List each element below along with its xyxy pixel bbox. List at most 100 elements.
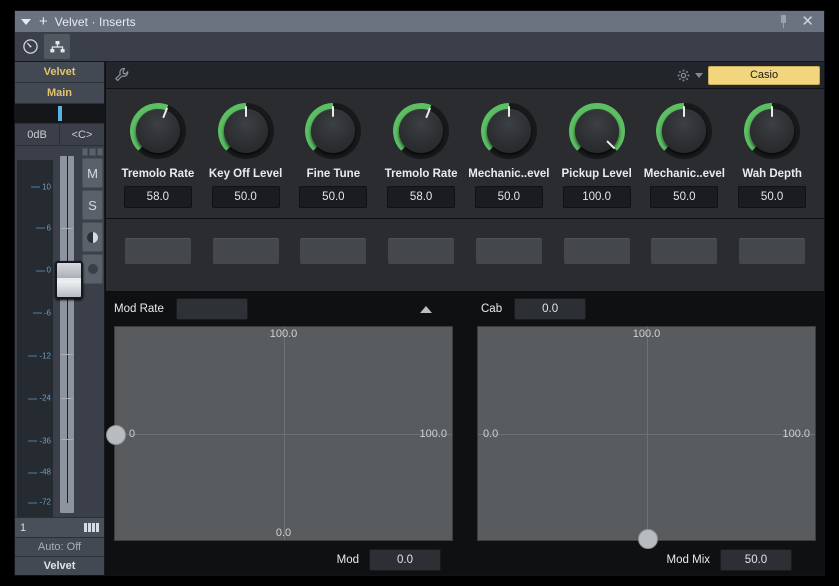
segment bbox=[89, 148, 95, 156]
knob-pointer bbox=[683, 106, 685, 117]
clock-icon[interactable] bbox=[17, 34, 43, 59]
solo-button[interactable]: S bbox=[82, 190, 103, 220]
strip-footer: 1 Auto: Off Velvet bbox=[15, 517, 104, 575]
knob-control[interactable] bbox=[303, 101, 363, 161]
meter-tick: 6 bbox=[47, 223, 51, 232]
triangle-up-icon[interactable] bbox=[420, 306, 432, 313]
meter-tick: 10 bbox=[42, 182, 51, 191]
preset-selector[interactable]: Casio bbox=[708, 66, 820, 85]
automation-mode-button[interactable]: Auto: Off bbox=[15, 537, 104, 556]
xy-right-label: 100.0 bbox=[419, 428, 447, 440]
routing-tree-icon[interactable] bbox=[44, 34, 70, 59]
pad-button[interactable] bbox=[387, 237, 455, 265]
knob-control[interactable] bbox=[654, 101, 714, 161]
phase-invert-icon bbox=[87, 232, 98, 243]
xy-axis-vertical bbox=[647, 327, 648, 540]
knob-value-field[interactable]: 58.0 bbox=[124, 186, 192, 208]
phase-invert-button[interactable] bbox=[82, 222, 103, 252]
pad-button[interactable] bbox=[212, 237, 280, 265]
knob-label: Tremolo Rate bbox=[385, 168, 458, 180]
pad-cell bbox=[553, 237, 641, 265]
record-arm-icon bbox=[88, 264, 98, 274]
knob-label: Pickup Level bbox=[561, 168, 631, 180]
mod-field[interactable]: 0.0 bbox=[369, 549, 441, 571]
knob-control[interactable] bbox=[567, 101, 627, 161]
knob-value-field[interactable]: 50.0 bbox=[650, 186, 718, 208]
knob-control[interactable] bbox=[216, 101, 276, 161]
knob-control[interactable] bbox=[742, 101, 802, 161]
strip-output-name[interactable]: Main bbox=[15, 83, 104, 104]
pad-button[interactable] bbox=[563, 237, 631, 265]
knob-pointer bbox=[245, 106, 247, 117]
xy-top-label: 100.0 bbox=[633, 328, 661, 340]
knob-value-field[interactable]: 50.0 bbox=[212, 186, 280, 208]
knob-value-field[interactable]: 100.0 bbox=[563, 186, 631, 208]
record-arm-button[interactable] bbox=[82, 254, 103, 284]
fader-handle[interactable] bbox=[55, 261, 83, 299]
keyboard-icon[interactable] bbox=[84, 523, 99, 532]
knob-label: Key Off Level bbox=[209, 168, 283, 180]
strip-channel-row: 1 bbox=[15, 517, 104, 537]
knob-value-field[interactable]: 50.0 bbox=[475, 186, 543, 208]
window-title-bar: + Velvet · Inserts ✕ bbox=[15, 11, 824, 32]
pad-button[interactable] bbox=[124, 237, 192, 265]
track-name-label[interactable]: Velvet bbox=[15, 556, 104, 575]
pad-panel bbox=[106, 219, 824, 292]
pan-value[interactable]: <C> bbox=[59, 124, 104, 145]
plugin-panel: Casio Tremolo Rate58.0Key Off Level50.0F… bbox=[105, 62, 824, 575]
knob-control[interactable] bbox=[128, 101, 188, 161]
fader-centerline bbox=[67, 156, 68, 503]
chevron-down-icon[interactable] bbox=[695, 73, 703, 78]
xy-pad-right[interactable]: 100.0 0.0 100.0 bbox=[477, 326, 816, 541]
knob-cell: Tremolo Rate58.0 bbox=[114, 101, 202, 208]
knob-value-field[interactable]: 50.0 bbox=[738, 186, 806, 208]
knob-row: Tremolo Rate58.0Key Off Level50.0Fine Tu… bbox=[106, 101, 824, 208]
channel-strip: Velvet Main 0dB <C> 10 6 0 -6 -12 -24 bbox=[15, 62, 105, 575]
strip-device-name[interactable]: Velvet bbox=[15, 62, 104, 83]
pad-button[interactable] bbox=[650, 237, 718, 265]
cab-field[interactable]: 0.0 bbox=[514, 298, 586, 320]
pad-cell bbox=[202, 237, 290, 265]
level-meter: 10 6 0 -6 -12 -24 -36 -48 -72 bbox=[17, 146, 53, 517]
pad-button[interactable] bbox=[299, 237, 367, 265]
mod-rate-group: Mod Rate bbox=[114, 298, 449, 320]
gear-icon[interactable] bbox=[677, 69, 690, 82]
xy-top-label: 100.0 bbox=[270, 328, 298, 340]
wrench-icon[interactable] bbox=[114, 67, 130, 83]
meter-tick: -36 bbox=[39, 436, 51, 445]
mod-mix-field[interactable]: 50.0 bbox=[720, 549, 792, 571]
volume-fader[interactable] bbox=[53, 146, 81, 517]
knob-panel: Tremolo Rate58.0Key Off Level50.0Fine Tu… bbox=[106, 89, 824, 219]
mod-mix-label: Mod Mix bbox=[667, 554, 710, 566]
mod-rate-label: Mod Rate bbox=[114, 303, 164, 315]
knob-value-field[interactable]: 50.0 bbox=[299, 186, 367, 208]
chevron-down-icon[interactable] bbox=[21, 19, 31, 25]
xy-left-label: 0 bbox=[129, 428, 135, 440]
fader-tick bbox=[61, 439, 73, 440]
knob-value-field[interactable]: 58.0 bbox=[387, 186, 455, 208]
xy-handle-bottom[interactable] bbox=[638, 529, 658, 549]
xy-handle-left[interactable] bbox=[106, 425, 126, 445]
cab-label: Cab bbox=[481, 303, 502, 315]
knob-control[interactable] bbox=[391, 101, 451, 161]
xy-pad-left[interactable]: 100.0 0.0 0 100.0 bbox=[114, 326, 453, 541]
mod-group: Mod 0.0 bbox=[114, 549, 465, 571]
knob-cell: Fine Tune50.0 bbox=[290, 101, 378, 208]
plus-icon[interactable]: + bbox=[39, 14, 48, 29]
pin-icon[interactable] bbox=[778, 15, 789, 28]
fader-tick bbox=[61, 228, 73, 229]
pad-row bbox=[114, 237, 816, 265]
pad-button[interactable] bbox=[738, 237, 806, 265]
meter-tick: -24 bbox=[39, 394, 51, 403]
pad-button[interactable] bbox=[475, 237, 543, 265]
close-icon[interactable]: ✕ bbox=[801, 14, 814, 29]
pad-cell bbox=[377, 237, 465, 265]
mute-button[interactable]: M bbox=[82, 158, 103, 188]
meter-tick: 0 bbox=[47, 266, 51, 275]
gain-value[interactable]: 0dB bbox=[15, 124, 59, 145]
fader-tick bbox=[61, 354, 73, 355]
knob-cell: Wah Depth50.0 bbox=[728, 101, 816, 208]
knob-control[interactable] bbox=[479, 101, 539, 161]
knob-label: Mechanic..evel bbox=[468, 168, 549, 180]
mod-rate-field[interactable] bbox=[176, 298, 248, 320]
